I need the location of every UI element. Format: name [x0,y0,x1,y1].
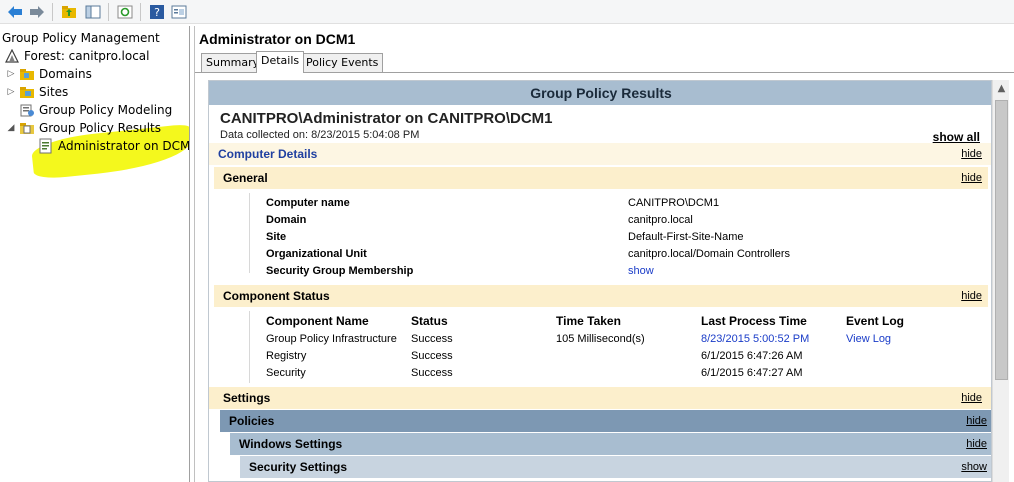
expand-icon[interactable]: ▷ [6,69,16,79]
expand-icon [6,105,16,115]
scrollbar-thumb[interactable] [995,100,1008,380]
tree-root[interactable]: Group Policy Management [2,29,160,47]
expand-icon[interactable]: ▷ [6,87,16,97]
field-value: Default-First-Site-Name [628,231,744,243]
tree-item-sites-label: Sites [39,85,69,99]
field-label: Site [266,231,287,243]
computer-details-section: Computer Details hide [209,143,991,165]
help-icon[interactable]: ? [148,3,166,21]
tree-item-forest-label: Forest: canitpro.local [24,49,150,63]
properties-icon[interactable] [170,3,188,21]
refresh-icon[interactable] [116,3,134,21]
general-section: General hide [214,167,988,189]
column-header: Last Process Time [701,314,807,328]
last-process-time: 6/1/2015 6:47:27 AM [701,367,803,379]
tree-item-results-label: Group Policy Results [39,121,162,135]
tree-item-forest[interactable]: Forest: canitpro.local [4,47,149,65]
back-arrow-icon[interactable] [6,3,24,21]
field-value: canitpro.local/Domain Controllers [628,248,791,260]
forward-arrow-icon[interactable] [28,3,46,21]
section-title: Security Settings [249,460,348,474]
results-icon [19,120,35,136]
show-hide-tree-icon[interactable] [84,3,102,21]
component-status: Success [411,350,453,362]
field-label: Organizational Unit [266,248,367,260]
navigation-tree: Group Policy Management Forest: canitpro… [0,26,190,482]
tree-item-domains[interactable]: ▷ Domains [6,65,92,83]
tree-item-results[interactable]: ◢ Group Policy Results [6,119,161,137]
field-label: Domain [266,214,307,226]
section-title[interactable]: Computer Details [218,143,317,165]
field-value: canitpro.local [628,214,693,226]
hide-link[interactable]: hide [961,167,982,189]
column-header: Status [411,314,448,328]
section-title: Policies [229,414,275,428]
policies-section: Policies hide [220,410,991,432]
section-title: Windows Settings [239,437,343,451]
tree-item-sites[interactable]: ▷ Sites [6,83,69,101]
data-collected-text: Data collected on: 8/23/2015 5:04:08 PM [220,129,420,141]
tree-item-modeling-label: Group Policy Modeling [39,103,173,117]
up-folder-icon[interactable] [60,3,78,21]
windows-settings-section: Windows Settings hide [230,433,991,455]
section-title: Component Status [223,289,330,303]
field-label: Computer name [266,197,350,209]
vertical-scrollbar[interactable]: ▲ [992,80,1009,482]
settings-section: Settings hide [209,387,991,409]
toolbar: ? [0,0,1014,24]
scroll-up-icon[interactable]: ▲ [993,80,1010,97]
collapse-icon[interactable]: ◢ [6,123,16,133]
modeling-icon [19,102,35,118]
show-link[interactable]: show [961,456,987,478]
hide-link[interactable]: hide [961,143,982,165]
details-pane: Administrator on DCM1 Summary Details Po… [194,26,1014,482]
component-name: Security [266,367,306,379]
component-status-section: Component Status hide [214,285,988,307]
last-process-time: 6/1/2015 6:47:26 AM [701,350,803,362]
tree-item-selected-label: Administrator on DCM1 [58,139,190,153]
show-all-link[interactable]: show all [933,130,980,144]
view-log-link[interactable]: View Log [846,333,891,345]
time-taken: 105 Millisecond(s) [556,333,645,345]
section-title: Settings [223,391,271,405]
section-title: General [223,171,268,185]
security-settings-section: Security Settings show [240,456,991,478]
column-header: Time Taken [556,314,621,328]
column-header: Component Name [266,314,369,328]
component-status: Success [411,333,453,345]
tab-summary[interactable]: Summary [201,53,265,72]
tab-details[interactable]: Details [256,51,305,73]
tree-root-label: Group Policy Management [2,31,160,45]
tree-item-selected[interactable]: Administrator on DCM1 [38,137,190,155]
tree-item-modeling[interactable]: Group Policy Modeling [6,101,172,119]
component-name: Registry [266,350,307,362]
svg-text:?: ? [154,6,160,19]
show-group-membership-link[interactable]: show [628,265,654,277]
domains-icon [19,66,35,82]
report-header: Group Policy Results [209,81,991,105]
hide-link[interactable]: hide [966,410,987,432]
column-header: Event Log [846,314,905,328]
hide-link[interactable]: hide [961,285,982,307]
field-value: CANITPRO\DCM1 [628,197,720,209]
hide-link[interactable]: hide [966,433,987,455]
hide-link[interactable]: hide [961,387,982,409]
report-title: CANITPRO\Administrator on CANITPRO\DCM1 [220,110,553,127]
forest-icon [4,48,20,64]
field-label: Security Group Membership [266,265,414,277]
component-name: Group Policy Infrastructure [266,333,397,345]
component-status: Success [411,367,453,379]
tab-policy-events[interactable]: Policy Events [301,53,384,72]
page-title: Administrator on DCM1 [199,31,356,47]
sites-icon [19,84,35,100]
result-document-icon [38,138,54,154]
report-panel: Group Policy Results CANITPRO\Administra… [208,80,992,482]
tree-item-domains-label: Domains [39,67,92,81]
last-process-time-link[interactable]: 8/23/2015 5:00:52 PM [701,333,809,345]
